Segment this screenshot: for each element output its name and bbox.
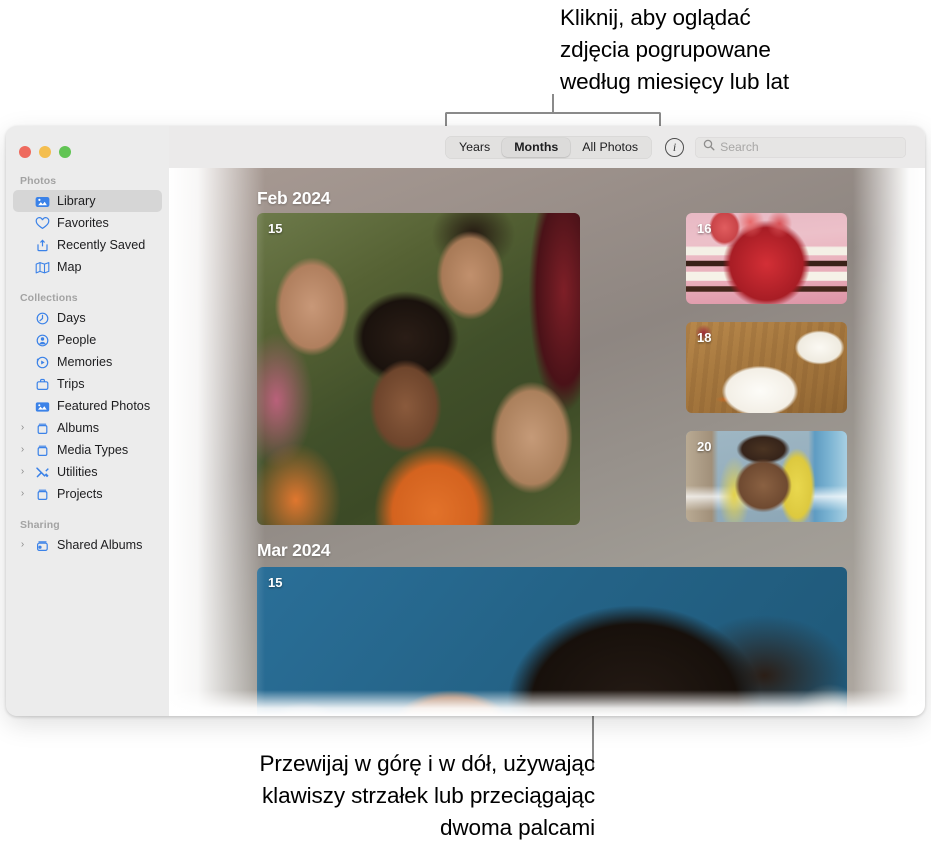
sidebar: Photos › Library › Favorites › xyxy=(6,126,169,716)
chevron-right-icon[interactable]: › xyxy=(18,489,27,499)
sidebar-item-label: Days xyxy=(57,311,86,325)
sidebar-item-utilities[interactable]: › Utilities xyxy=(13,461,162,483)
album-icon xyxy=(34,487,50,502)
window-traffic-lights xyxy=(6,135,169,161)
info-icon-glyph: i xyxy=(672,140,677,154)
chevron-right-icon[interactable]: › xyxy=(18,540,27,550)
sidebar-item-map[interactable]: › Map xyxy=(13,256,162,278)
sidebar-item-library[interactable]: › Library xyxy=(13,190,162,212)
sidebar-item-favorites[interactable]: › Favorites xyxy=(13,212,162,234)
sidebar-item-projects[interactable]: › Projects xyxy=(13,483,162,505)
sidebar-item-label: Library xyxy=(57,194,96,208)
photo-tile-hero-mar[interactable]: 15 xyxy=(257,567,847,716)
photo-image xyxy=(257,213,580,525)
tab-all-photos[interactable]: All Photos xyxy=(570,138,650,157)
day-badge: 16 xyxy=(697,221,712,236)
callout-text-bottom: Przewijaj w górę i w dół, używając klawi… xyxy=(259,751,596,840)
sidebar-item-label: Featured Photos xyxy=(57,399,151,413)
sidebar-item-label: People xyxy=(57,333,97,347)
toolbar: Years Months All Photos i Search xyxy=(169,126,925,168)
day-badge: 15 xyxy=(268,575,283,590)
sidebar-item-label: Shared Albums xyxy=(57,538,143,552)
library-icon xyxy=(34,194,50,209)
close-button[interactable] xyxy=(19,145,31,158)
view-mode-segmented-control[interactable]: Years Months All Photos xyxy=(445,135,653,159)
content-area: Years Months All Photos i Search Feb 202… xyxy=(169,126,925,716)
utilities-icon xyxy=(34,465,50,480)
photos-app-window: Photos › Library › Favorites › xyxy=(6,126,925,716)
chevron-right-icon[interactable]: › xyxy=(18,423,27,433)
memories-play-icon xyxy=(34,355,50,370)
sidebar-item-days[interactable]: › Days xyxy=(13,307,162,329)
recently-saved-icon xyxy=(34,238,50,253)
sidebar-group-title-sharing: Sharing xyxy=(20,519,60,531)
chevron-right-icon[interactable]: › xyxy=(18,445,27,455)
sidebar-item-label: Map xyxy=(57,260,82,274)
photo-grid[interactable]: Feb 2024 15 16 18 20 Mar 2024 15 xyxy=(169,168,925,716)
sidebar-group-title-photos: Photos xyxy=(20,175,57,187)
day-badge: 20 xyxy=(697,439,712,454)
sidebar-item-media-types[interactable]: › Media Types xyxy=(13,439,162,461)
sidebar-item-label: Media Types xyxy=(57,443,129,457)
sidebar-item-label: Albums xyxy=(57,421,99,435)
sidebar-item-label: Memories xyxy=(57,355,113,369)
screenshot-root: Kliknij, aby oglądać zdjęcia pogrupowane… xyxy=(0,0,931,854)
zoom-button[interactable] xyxy=(59,145,71,158)
search-placeholder: Search xyxy=(720,140,759,154)
album-icon xyxy=(34,421,50,436)
album-icon xyxy=(34,443,50,458)
search-input[interactable]: Search xyxy=(695,136,907,158)
tab-months[interactable]: Months xyxy=(502,137,571,157)
callout-leader-stem-top xyxy=(552,94,554,114)
shared-album-icon xyxy=(34,538,50,553)
sidebar-item-trips[interactable]: › Trips xyxy=(13,373,162,395)
photo-image xyxy=(257,567,847,716)
photo-tile-thumb-18[interactable]: 18 xyxy=(686,322,847,413)
sidebar-item-people[interactable]: › People xyxy=(13,329,162,351)
sidebar-item-label: Recently Saved xyxy=(57,238,146,252)
day-badge: 15 xyxy=(268,221,283,236)
day-badge: 18 xyxy=(697,330,712,345)
search-icon xyxy=(703,138,715,156)
sidebar-item-label: Favorites xyxy=(57,216,109,230)
sidebar-item-label: Trips xyxy=(57,377,85,391)
sidebar-item-albums[interactable]: › Albums xyxy=(13,417,162,439)
canvas-fade-right xyxy=(853,168,925,716)
tab-years[interactable]: Years xyxy=(447,138,502,157)
month-header-feb-2024: Feb 2024 xyxy=(257,188,331,208)
photo-tile-thumb-20[interactable]: 20 xyxy=(686,431,847,522)
photo-tile-hero-feb[interactable]: 15 xyxy=(257,213,580,525)
map-icon xyxy=(34,260,50,275)
suitcase-icon xyxy=(34,377,50,392)
photo-tile-thumb-16[interactable]: 16 xyxy=(686,213,847,304)
person-circle-icon xyxy=(34,333,50,348)
sidebar-item-memories[interactable]: › Memories xyxy=(13,351,162,373)
sidebar-item-recently-saved[interactable]: › Recently Saved xyxy=(13,234,162,256)
month-header-mar-2024: Mar 2024 xyxy=(257,540,331,560)
heart-icon xyxy=(34,216,50,231)
info-icon[interactable]: i xyxy=(665,137,685,157)
canvas-fade-left xyxy=(169,168,265,716)
sidebar-item-label: Utilities xyxy=(57,465,98,479)
clock-icon xyxy=(34,311,50,326)
sidebar-item-featured-photos[interactable]: › Featured Photos xyxy=(13,395,162,417)
callout-text-top: Kliknij, aby oglądać zdjęcia pogrupowane… xyxy=(560,5,790,94)
minimize-button[interactable] xyxy=(39,145,51,158)
featured-photo-icon xyxy=(34,399,50,414)
sidebar-item-shared-albums[interactable]: › Shared Albums xyxy=(13,534,162,556)
sidebar-group-title-collections: Collections xyxy=(20,292,78,304)
sidebar-item-label: Projects xyxy=(57,487,103,501)
chevron-right-icon[interactable]: › xyxy=(18,467,27,477)
